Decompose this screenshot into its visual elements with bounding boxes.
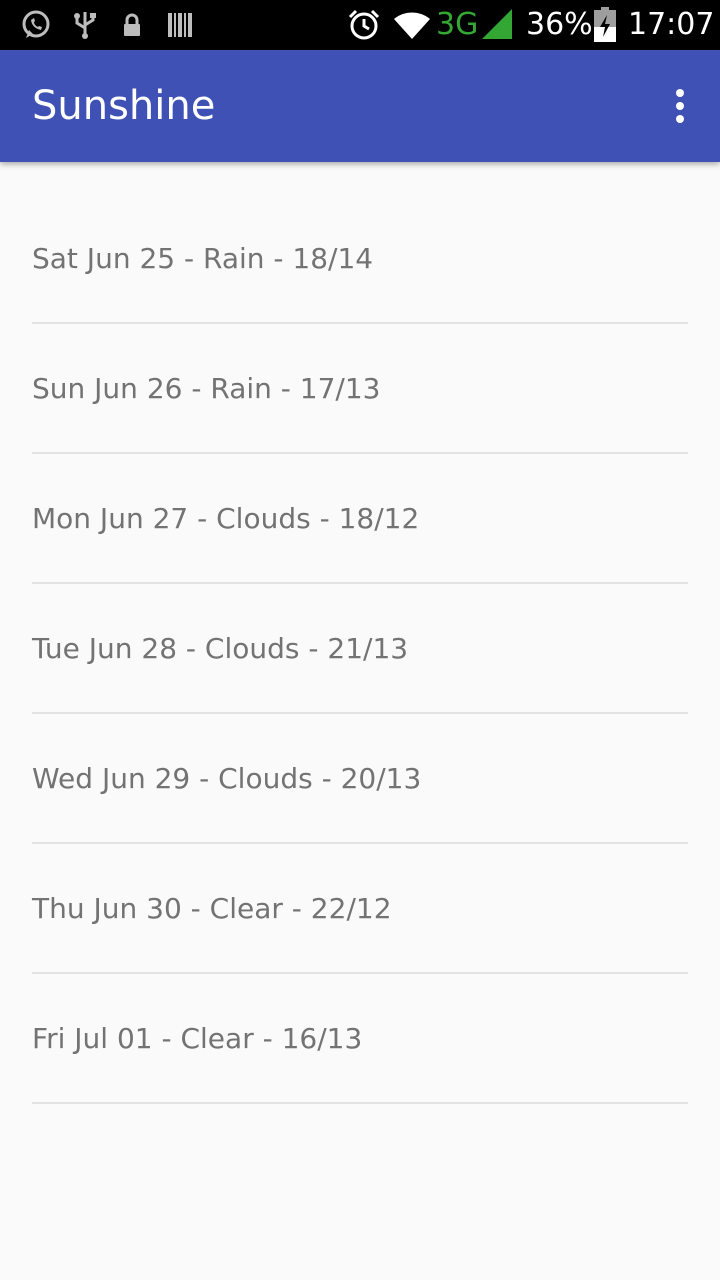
barcode-icon — [166, 0, 194, 50]
forecast-item-text: Sun Jun 26 - Rain - 17/13 — [32, 372, 381, 405]
forecast-item-text: Fri Jul 01 - Clear - 16/13 — [32, 1022, 363, 1055]
battery-percent: 36% — [526, 7, 593, 42]
forecast-item-text: Sat Jun 25 - Rain - 18/14 — [32, 242, 374, 275]
forecast-item[interactable]: Thu Jun 30 - Clear - 22/12 — [0, 844, 720, 974]
network-type-label: 3G — [436, 7, 479, 42]
forecast-item[interactable]: Sat Jun 25 - Rain - 18/14 — [0, 194, 720, 324]
whatsapp-icon — [18, 0, 54, 50]
usb-icon — [72, 0, 98, 50]
forecast-item-text: Mon Jun 27 - Clouds - 18/12 — [32, 502, 420, 535]
more-vert-icon — [676, 89, 684, 123]
app-title: Sunshine — [32, 83, 216, 129]
forecast-item[interactable]: Tue Jun 28 - Clouds - 21/13 — [0, 584, 720, 714]
clock: 17:07 — [628, 7, 715, 42]
forecast-item-text: Wed Jun 29 - Clouds - 20/13 — [32, 762, 422, 795]
divider — [32, 1102, 688, 1104]
forecast-item[interactable]: Wed Jun 29 - Clouds - 20/13 — [0, 714, 720, 844]
battery-icon — [592, 0, 618, 50]
alarm-icon — [346, 0, 382, 50]
forecast-item[interactable]: Sun Jun 26 - Rain - 17/13 — [0, 324, 720, 454]
app-bar: Sunshine — [0, 50, 720, 162]
wifi-icon — [392, 0, 432, 50]
forecast-item[interactable]: Fri Jul 01 - Clear - 16/13 — [0, 974, 720, 1104]
cell-signal-icon — [480, 0, 514, 50]
lock-icon — [120, 0, 144, 50]
forecast-item-text: Tue Jun 28 - Clouds - 21/13 — [32, 632, 409, 665]
forecast-list: Sat Jun 25 - Rain - 18/14 Sun Jun 26 - R… — [0, 194, 720, 1104]
forecast-item-text: Thu Jun 30 - Clear - 22/12 — [32, 892, 392, 925]
forecast-item[interactable]: Mon Jun 27 - Clouds - 18/12 — [0, 454, 720, 584]
status-bar: 3G 36% 17:07 — [0, 0, 720, 50]
overflow-menu-button[interactable] — [660, 78, 700, 134]
